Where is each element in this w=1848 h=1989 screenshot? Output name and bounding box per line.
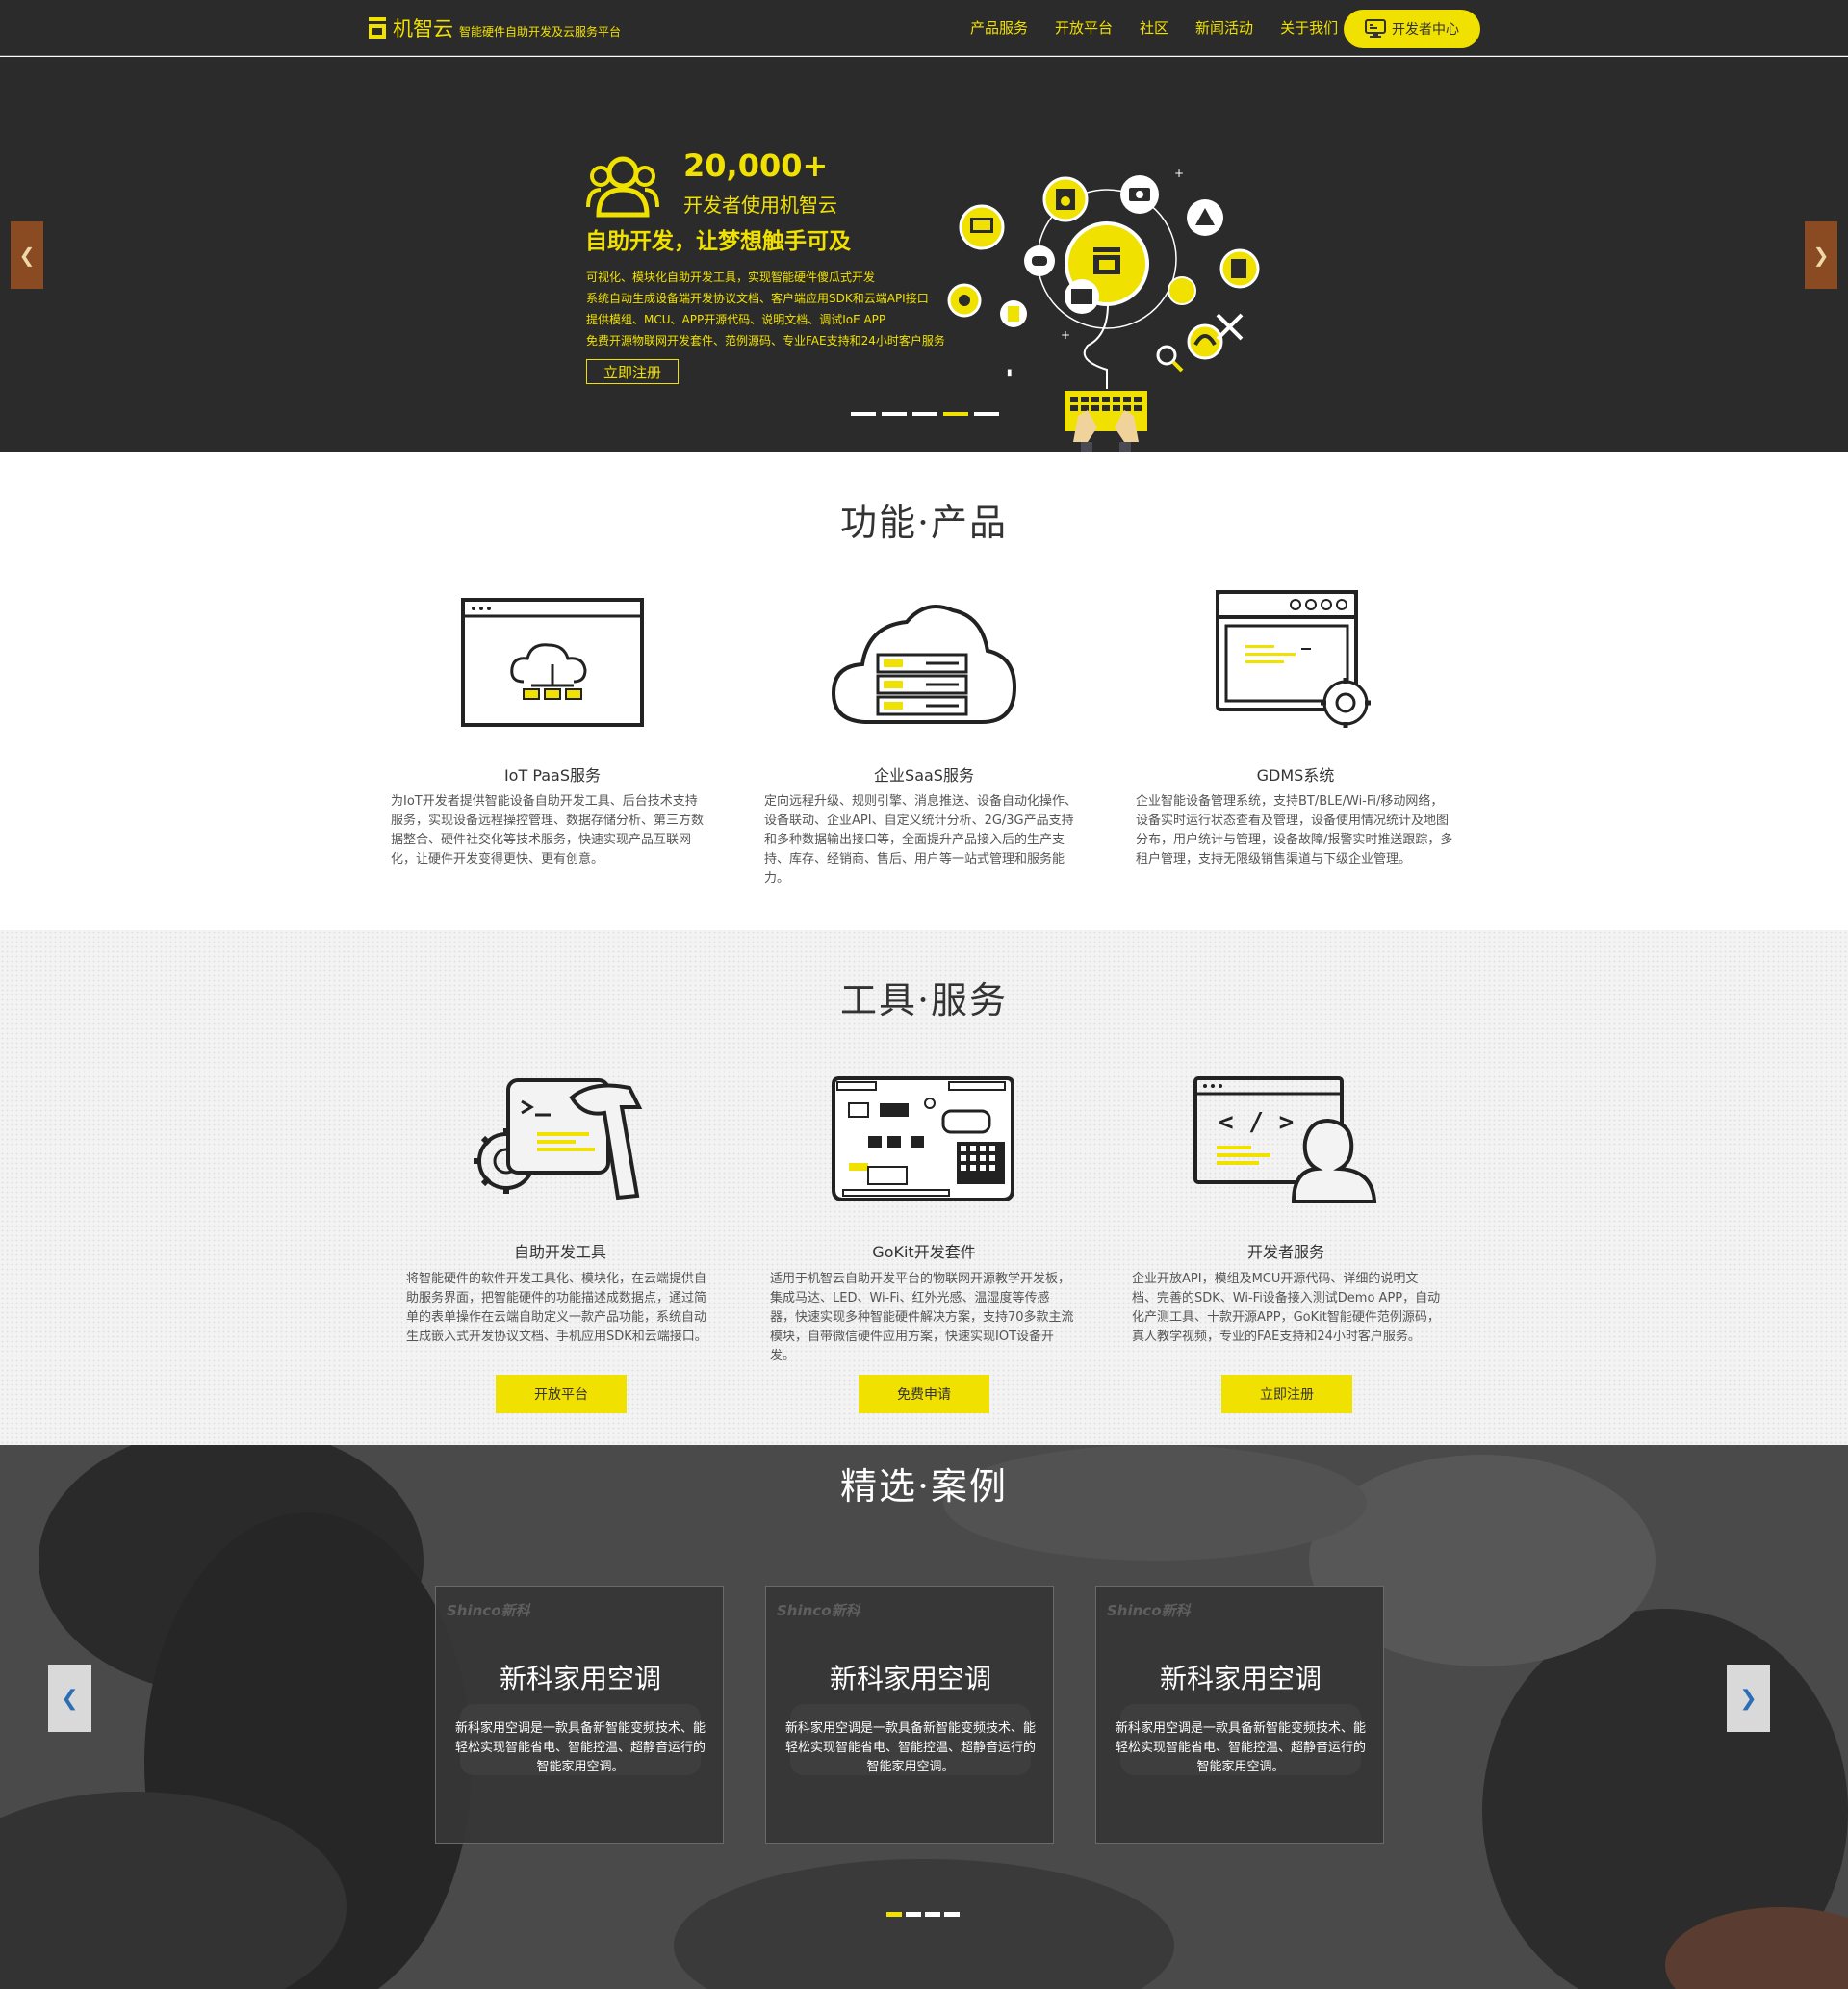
menu-item-products[interactable]: 产品服务 (970, 17, 1028, 38)
slide-dot[interactable] (944, 1912, 960, 1917)
tool-name: 自助开发工具 (513, 1243, 606, 1261)
developer-count-label: 开发者使用机智云 (683, 194, 837, 217)
hero-feature: 可视化、模块化自助开发工具，实现智能硬件傻瓜式开发 (586, 271, 876, 284)
hero-prev-arrow[interactable]: ❮ (11, 221, 43, 289)
open-platform-button[interactable]: 开放平台 (496, 1375, 627, 1413)
case-brand-logo: Shinco新科 (447, 1602, 530, 1619)
case-card[interactable]: Shinco新科 新科家用空调 新科家用空调是一款具备新智能变频技术、能轻松实现… (765, 1586, 1054, 1844)
developer-count: 20,000+ (683, 147, 829, 184)
menu-item-news[interactable]: 新闻活动 (1195, 17, 1253, 38)
slide-dot[interactable] (906, 1912, 921, 1917)
cases-prev-arrow[interactable]: ❮ (48, 1665, 91, 1732)
hero-register-button[interactable]: 立即注册 (586, 359, 679, 384)
main-menu: 产品服务 开放平台 社区 新闻活动 关于我们 (970, 17, 1338, 38)
hero-feature: 提供模组、MCU、APP开源代码、说明文档、调试IoE APP (586, 313, 886, 326)
product-name: IoT PaaS服务 (503, 766, 602, 785)
case-name: 新科家用空调 (499, 1663, 661, 1694)
gdms-settings-window-icon (1216, 590, 1371, 728)
case-name: 新科家用空调 (829, 1663, 991, 1694)
gokit-board-icon (832, 1076, 1014, 1201)
product-desc: 定向远程升级、规则引擎、消息推送、设备自动化操作、设备联动、企业API、自定义统… (764, 794, 1078, 886)
dev-tools-hammer-icon (474, 1078, 643, 1201)
slide-dot-active[interactable] (886, 1912, 902, 1917)
case-name: 新科家用空调 (1159, 1663, 1322, 1694)
slide-dot[interactable] (851, 412, 876, 416)
svg-text:+: + (1061, 328, 1070, 342)
product-desc: 企业智能设备管理系统，支持BT/BLE/Wi-Fi/移动网络，设备实时运行状态查… (1136, 794, 1453, 866)
users-icon (586, 156, 659, 218)
brand-tagline: 智能硬件自助开发及云服务平台 (459, 24, 622, 39)
hero-next-arrow[interactable]: ❯ (1805, 221, 1837, 289)
brand-name: 机智云 (393, 17, 453, 40)
hero-banner: ❮ ❯ 20,000+ 开发者使用机智云 自助开发，让梦想触手可及 可视化、模块… (0, 57, 1848, 452)
product-desc: 为IoT开发者提供智能设备自助开发工具、后台技术支持服务，实现设备远程操控管理、… (391, 794, 705, 866)
case-card[interactable]: Shinco新科 新科家用空调 新科家用空调是一款具备新智能变频技术、能轻松实现… (1095, 1586, 1384, 1844)
developer-center-button[interactable]: 开发者中心 (1344, 10, 1480, 48)
menu-item-community[interactable]: 社区 (1140, 17, 1168, 38)
cases-title: 精选·案例 (839, 1465, 1009, 1508)
top-nav: 机智云 智能硬件自助开发及云服务平台 产品服务 开放平台 社区 新闻活动 关于我… (0, 0, 1848, 56)
tool-desc: 适用于机智云自助开发平台的物联网开源教学开发板，集成马达、LED、Wi-Fi、红… (770, 1272, 1074, 1363)
tool-name: GoKit开发套件 (872, 1243, 976, 1261)
cases-slide-indicators (886, 1912, 960, 1917)
product-name: GDMS系统 (1256, 766, 1335, 785)
hero-slide-indicators (851, 412, 999, 416)
hero-title: 自助开发，让梦想触手可及 (585, 229, 851, 254)
free-apply-button[interactable]: 免费申请 (859, 1375, 989, 1413)
menu-item-about[interactable]: 关于我们 (1280, 17, 1338, 38)
svg-text:▮: ▮ (1007, 368, 1013, 378)
developer-code-person-icon: < / > (1194, 1076, 1377, 1203)
tool-desc: 将智能硬件的软件开发工具化、模块化，在云端提供自助服务界面，把智能硬件的功能描述… (406, 1272, 707, 1344)
iot-devices-illustration: + + ▮ (947, 167, 1260, 452)
slide-dot[interactable] (912, 412, 937, 416)
cases-next-arrow[interactable]: ❯ (1727, 1665, 1770, 1732)
slide-dot[interactable] (882, 412, 907, 416)
svg-text:+: + (1174, 167, 1184, 180)
site-logo[interactable]: 机智云 智能硬件自助开发及云服务平台 (368, 13, 621, 42)
case-desc: 新科家用空调是一款具备新智能变频技术、能轻松实现智能省电、智能控温、超静音运行的… (454, 1721, 706, 1774)
monitor-icon (1365, 19, 1386, 38)
developer-center-label: 开发者中心 (1392, 22, 1459, 38)
gizwits-logo-icon (369, 17, 386, 39)
hero-feature-list: 可视化、模块化自助开发工具，实现智能硬件傻瓜式开发 系统自动生成设备端开发协议文… (586, 267, 945, 351)
tool-desc: 企业开放API，模组及MCU开源代码、详细的说明文档、完善的SDK、Wi-Fi设… (1132, 1272, 1441, 1344)
products-section: 功能·产品 IoT PaaS服务 为IoT开发者提供智能设备自助开发工具、后台技… (0, 452, 1848, 930)
cases-section: 精选·案例 ❮ ❯ Shinco新科 新科家用空调 新科家用空调是一款具备新智能… (0, 1445, 1848, 1989)
hero-feature: 免费开源物联网开发套件、范例源码、专业FAE支持和24小时客户服务 (586, 334, 945, 348)
product-name: 企业SaaS服务 (874, 766, 974, 785)
case-desc: 新科家用空调是一款具备新智能变频技术、能轻松实现智能省电、智能控温、超静音运行的… (784, 1721, 1036, 1774)
register-now-button[interactable]: 立即注册 (1221, 1375, 1352, 1413)
hero-feature: 系统自动生成设备端开发协议文档、客户端应用SDK和云端API接口 (586, 292, 929, 305)
slide-dot-active[interactable] (943, 412, 968, 416)
iot-paas-icon (461, 598, 644, 727)
case-card[interactable]: Shinco新科 新科家用空调 新科家用空调是一款具备新智能变频技术、能轻松实现… (435, 1586, 724, 1844)
svg-text:< / >: < / > (1219, 1108, 1294, 1137)
tool-name: 开发者服务 (1246, 1243, 1324, 1261)
saas-cloud-server-icon (831, 605, 1017, 724)
case-desc: 新科家用空调是一款具备新智能变频技术、能轻松实现智能省电、智能控温、超静音运行的… (1115, 1721, 1366, 1774)
tools-title: 工具·服务 (839, 979, 1009, 1021)
case-brand-logo: Shinco新科 (777, 1602, 860, 1619)
products-title: 功能·产品 (839, 502, 1009, 544)
tools-section: 工具·服务 < / > 自助开发工具 将智能硬件的软件开发工具化、模块化，在云端… (0, 930, 1848, 1445)
case-brand-logo: Shinco新科 (1107, 1602, 1191, 1619)
slide-dot[interactable] (925, 1912, 940, 1917)
menu-item-open-platform[interactable]: 开放平台 (1055, 17, 1113, 38)
slide-dot[interactable] (974, 412, 999, 416)
